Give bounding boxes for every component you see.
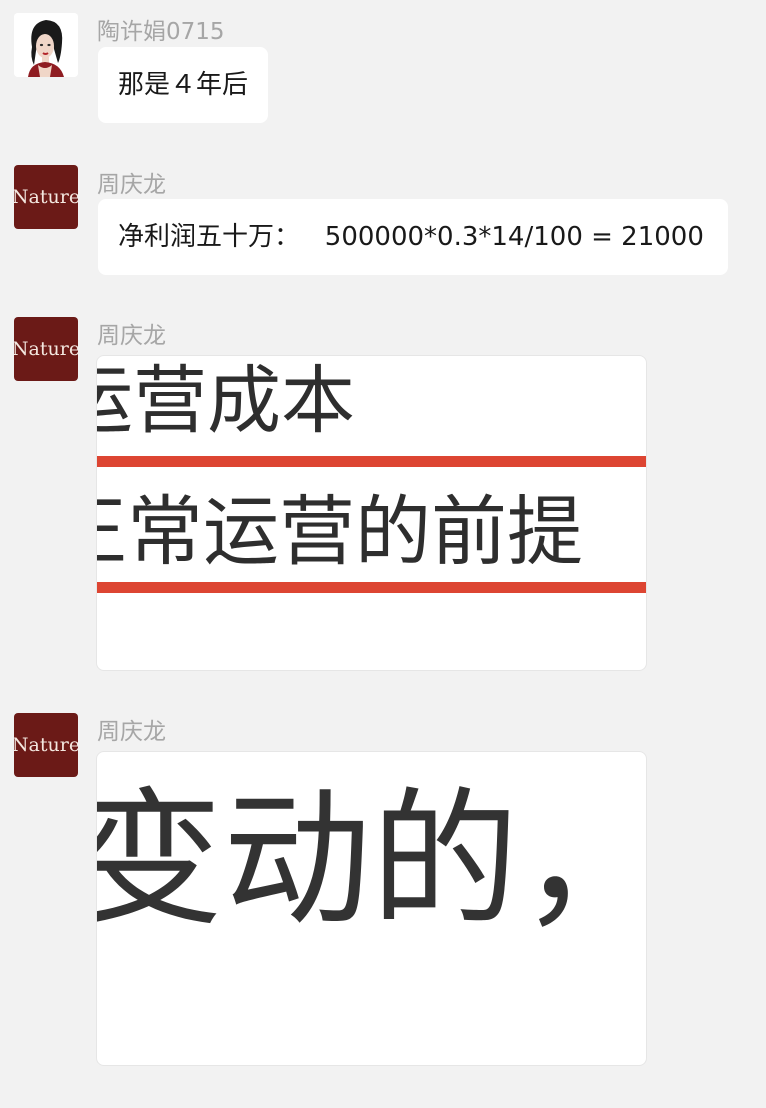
avatar-label: Nature [14,734,78,756]
nature-avatar[interactable]: Nature [14,317,78,381]
woman-portrait-icon [14,13,78,77]
nature-avatar[interactable]: Nature [14,165,78,229]
sender-name: 陶许娟0715 [97,19,225,45]
message-bubble[interactable]: 净利润五十万： 500000*0.3*14/100 = 21000 [98,199,728,275]
image-text-line: 运营成本 [97,358,355,444]
image-text-line: 正常运营的前提 [96,487,583,576]
red-divider [97,456,646,467]
message-bubble[interactable]: 那是４年后 [98,47,269,123]
red-divider [97,582,646,593]
avatar-label: Nature [14,186,78,208]
image-text-line: 变动的， [96,774,647,946]
sender-name: 周庆龙 [97,719,166,745]
nature-avatar[interactable]: Nature [14,713,78,777]
sender-name: 周庆龙 [97,323,166,349]
avatar-label: Nature [14,338,78,360]
sender-name: 周庆龙 [97,172,166,198]
image-message[interactable]: 运营成本 正常运营的前提 [96,355,647,671]
image-message[interactable]: 变动的， [96,751,647,1066]
user-avatar[interactable] [14,13,78,77]
